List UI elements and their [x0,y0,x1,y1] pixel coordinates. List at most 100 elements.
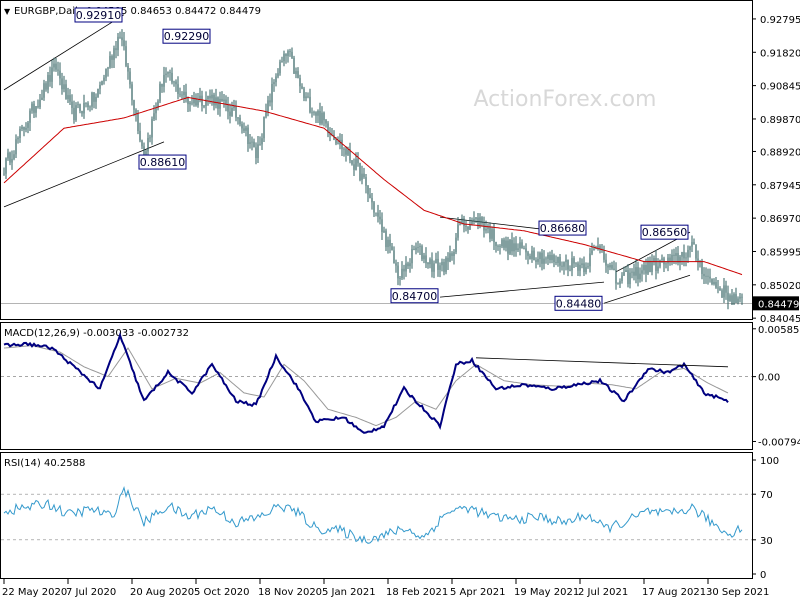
candle-body [315,112,317,116]
candle-body [493,229,495,242]
candle-body [267,100,269,112]
candle-body [109,56,111,68]
candle-body [95,96,97,102]
price-tick-label: 0.91820 [760,48,800,59]
candle-body [731,295,733,305]
candle-body [649,260,651,273]
candle-body [69,95,71,102]
candle-body [415,247,417,251]
candle-body [441,261,443,266]
annotation-label: 0.86680 [540,222,586,235]
candle-body [107,67,109,69]
candle-body [279,61,281,74]
candle-body [63,84,65,90]
candle-body [583,263,585,273]
macd-series [1,331,752,434]
candle-body [545,258,547,260]
candle-body [645,265,647,274]
rsi-tick-label: 30 [760,536,773,547]
annotation-label: 0.86560 [642,226,688,239]
candle-body [137,113,139,131]
price-tick-label: 0.85995 [760,247,800,258]
candle-body [381,219,383,232]
candle-body [443,261,445,272]
price-tick-label: 0.86970 [760,214,800,225]
candle-body [243,128,245,131]
candle-body [359,163,361,180]
candle-body [129,71,131,85]
candle-body [105,68,107,78]
candle-body [453,252,455,256]
last-price-label: 0.84479 [758,299,799,310]
time-tick-label: 2 Jul 2021 [578,587,628,598]
candle-body [273,82,275,85]
candle-body [707,275,709,277]
candle-body [553,255,555,263]
candle-body [49,75,51,82]
candle-body [571,258,573,271]
candle-body [611,265,613,269]
candle-body [65,84,67,100]
candle-body [585,267,587,273]
candle-body [293,57,295,74]
candle-body [361,173,363,180]
candle-body [485,229,487,231]
time-tick-label: 17 Aug 2021 [642,587,706,598]
candle-body [3,173,5,175]
time-tick-label: 18 Feb 2021 [386,587,448,598]
candle-body [433,263,435,272]
candle-body [191,102,193,104]
candle-body [593,248,595,251]
candle-body [131,84,133,101]
candle-body [351,160,353,165]
time-tick-label: 30 Sep 2021 [706,587,769,598]
candle-body [581,263,583,265]
candle-body [683,252,685,259]
time-tick-label: 19 May 2021 [514,587,579,598]
candle-body [389,239,391,247]
candle-body [155,107,157,114]
candle-body [223,99,225,102]
macd-tick-label: 0.00 [758,373,780,384]
candle-body [573,258,575,264]
candle-body [133,100,135,110]
candle-body [153,113,155,120]
candle-body [125,46,127,66]
macd-divergence-line [475,357,729,368]
candle-body [623,271,625,276]
candle-body [557,256,559,263]
candle-body [91,92,93,107]
candle-body [517,248,519,251]
candle-body [511,239,513,252]
time-tick-label: 22 May 2020 [2,587,67,598]
candle-body [81,111,83,114]
macd-axis: 0.005858 0.00 -0.007945 [752,325,800,448]
candle-body [221,98,223,102]
candle-body [71,101,73,108]
candle-body [391,246,393,251]
candle-body [35,106,37,113]
candle-body [303,88,305,99]
candle-body [263,116,265,139]
candle-body [151,119,153,138]
candle-body [43,83,45,98]
candle-body [97,88,99,97]
header-arrow-icon: ▼ [4,7,11,16]
candle-body [507,240,509,254]
candle-body [501,239,503,247]
candle-body [479,217,481,227]
candle-body [603,250,605,260]
candle-body [475,217,477,219]
candle-body [419,246,421,248]
candle-body [609,265,611,268]
candle-body [355,159,357,170]
rsi-tick-label: 0 [760,570,766,581]
candle-body [687,249,689,258]
candle-body [101,81,103,85]
macd-tick-label: -0.007945 [758,437,800,448]
candle-body [299,78,301,87]
candle-body [181,94,183,96]
candle-body [529,255,531,259]
candle-body [259,144,261,146]
candle-body [289,51,291,52]
